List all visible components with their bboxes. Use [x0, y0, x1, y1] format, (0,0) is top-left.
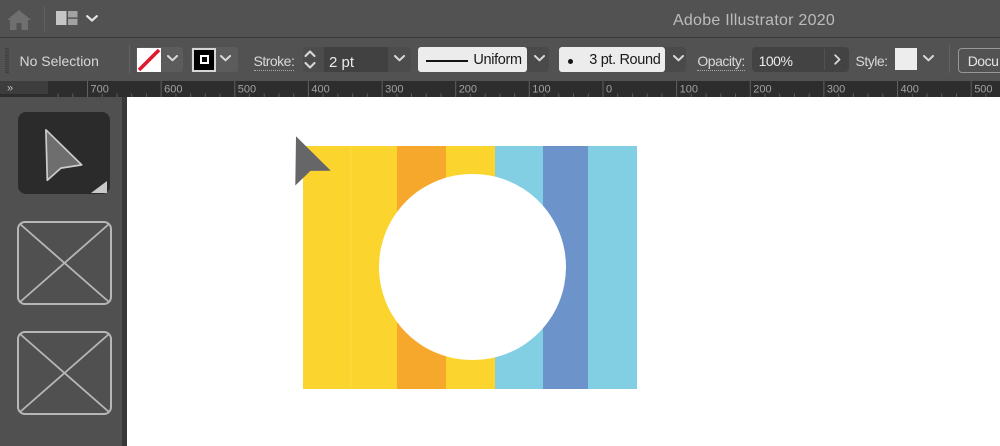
- svg-text:600: 600: [164, 84, 182, 96]
- svg-text:300: 300: [827, 84, 845, 96]
- svg-text:100: 100: [532, 84, 550, 96]
- svg-text:400: 400: [901, 84, 919, 96]
- svg-text:100: 100: [680, 84, 698, 96]
- svg-text:200: 200: [753, 84, 771, 96]
- svg-text:0: 0: [606, 84, 612, 96]
- svg-text:500: 500: [974, 84, 992, 96]
- svg-text:200: 200: [459, 84, 477, 96]
- svg-text:500: 500: [238, 84, 256, 96]
- svg-text:300: 300: [385, 84, 403, 96]
- svg-text:400: 400: [311, 84, 329, 96]
- svg-text:»: »: [7, 83, 13, 95]
- svg-text:700: 700: [91, 84, 109, 96]
